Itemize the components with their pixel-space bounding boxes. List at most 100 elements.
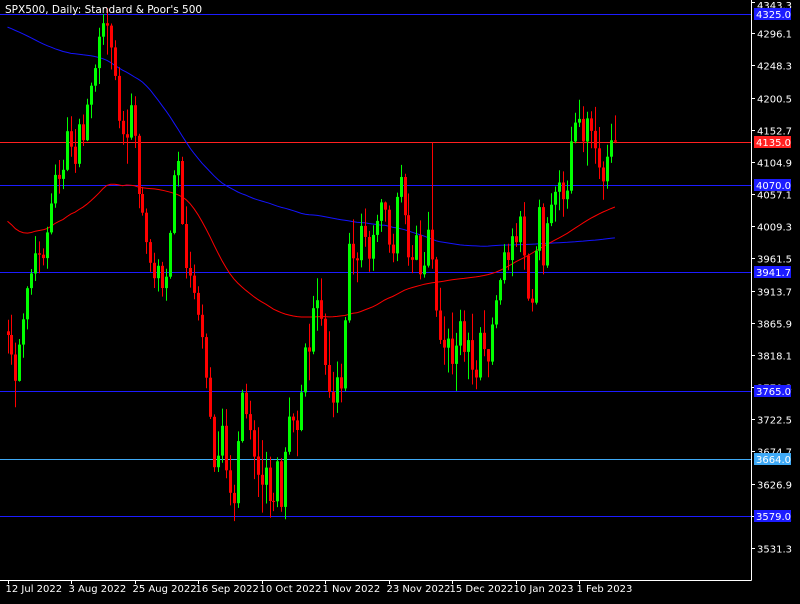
candle-body <box>415 235 418 260</box>
candle-body <box>570 141 573 191</box>
candle-body <box>531 298 534 303</box>
candle-body <box>110 25 113 48</box>
candle-body <box>38 253 41 255</box>
candle-body <box>122 120 125 135</box>
candle-body <box>308 347 311 352</box>
candle-body <box>149 242 152 263</box>
candle-body <box>495 300 498 325</box>
y-tick-label: 4296.1 <box>757 30 792 41</box>
candle-body <box>272 500 275 502</box>
candle-body <box>515 236 518 243</box>
candle-body <box>106 23 109 26</box>
candle-body <box>431 229 434 260</box>
candle-body <box>419 235 422 275</box>
candle-body <box>348 243 351 321</box>
candle-body <box>427 229 430 266</box>
candle-body <box>511 236 514 261</box>
candle <box>542 203 545 275</box>
candle-body <box>7 331 10 335</box>
candle <box>344 317 347 392</box>
candle-body <box>443 339 446 348</box>
y-tick-label: 4009.3 <box>757 223 792 234</box>
candle-body <box>487 349 490 362</box>
candle <box>78 118 81 168</box>
candle-body <box>364 225 367 237</box>
candle-body <box>34 253 37 274</box>
candle-body <box>42 254 45 259</box>
x-tick-label: 23 Nov 2022 <box>387 584 451 595</box>
candle-body <box>435 259 438 311</box>
candle-body <box>392 244 395 254</box>
x-tick-label: 1 Feb 2023 <box>577 584 633 595</box>
candle-body <box>165 276 168 289</box>
candle-body <box>606 156 609 182</box>
candle-body <box>519 216 522 243</box>
candle-body <box>388 209 391 245</box>
level-price-tag: 4135.0 <box>754 136 791 149</box>
candle-body <box>598 148 601 168</box>
x-tick-label: 1 Nov 2022 <box>323 584 381 595</box>
candle-body <box>447 338 450 348</box>
candle-body <box>169 232 172 277</box>
candle-body <box>352 243 355 259</box>
candle-body <box>320 300 323 319</box>
y-tick-label: 3865.9 <box>757 320 792 331</box>
candle-body <box>340 377 343 389</box>
candle-body <box>10 335 13 355</box>
level-price-tag-label: 3765.0 <box>756 387 791 398</box>
candle-body <box>284 451 287 507</box>
candle-body <box>157 265 160 279</box>
price-chart[interactable]: 4343.34296.14248.34200.54152.74104.94057… <box>0 0 800 600</box>
y-tick-label: 4200.5 <box>757 95 792 106</box>
candle-body <box>62 169 65 179</box>
candle-body <box>610 140 613 157</box>
candle-body <box>471 340 474 370</box>
y-tick-label: 3626.9 <box>757 481 792 492</box>
candle-body <box>86 104 89 141</box>
candle-body <box>396 196 399 254</box>
candle <box>479 327 482 381</box>
candle-body <box>265 467 268 485</box>
level-price-tag-label: 3664.0 <box>756 455 791 466</box>
level-price-tag: 3579.0 <box>754 510 791 523</box>
candle-body <box>225 425 228 471</box>
candle <box>396 192 399 262</box>
candle-body <box>507 252 510 260</box>
candle-body <box>292 416 295 421</box>
candle <box>435 256 438 317</box>
candle <box>546 217 549 268</box>
candle-body <box>300 392 303 430</box>
candle <box>173 170 176 235</box>
candle-body <box>296 420 299 430</box>
x-tick-label: 15 Dec 2022 <box>450 584 514 595</box>
candle-body <box>459 321 462 346</box>
candle-body <box>138 135 141 194</box>
y-tick-label: 3961.5 <box>757 255 792 266</box>
candle-body <box>411 257 414 260</box>
candle-body <box>153 262 156 279</box>
candle-body <box>455 345 458 364</box>
chart-window[interactable]: 4343.3 4296.1 4248.3 4200.5 4152.7 4104.9 4057… <box>0 0 800 600</box>
candle-body <box>590 118 593 131</box>
candle-body <box>181 161 184 224</box>
candle-body <box>209 377 212 417</box>
level-price-tag: 3664.0 <box>754 453 791 466</box>
y-tick-label: 3722.5 <box>757 416 792 427</box>
candle-body <box>400 177 403 197</box>
candle-body <box>249 414 252 431</box>
candle-body <box>58 174 61 179</box>
candle-body <box>130 105 133 138</box>
candle-body <box>527 255 530 299</box>
candle-body <box>221 425 224 456</box>
candle-body <box>173 175 176 233</box>
candle-body <box>237 441 240 504</box>
candle-body <box>499 280 502 301</box>
candle-body <box>550 204 553 224</box>
candle-body <box>562 182 565 200</box>
candle <box>18 339 21 382</box>
candle-body <box>523 216 526 256</box>
candle-body <box>316 300 319 309</box>
candle-body <box>229 470 232 493</box>
y-tick-label: 4152.7 <box>757 127 792 138</box>
candle-body <box>193 275 196 293</box>
